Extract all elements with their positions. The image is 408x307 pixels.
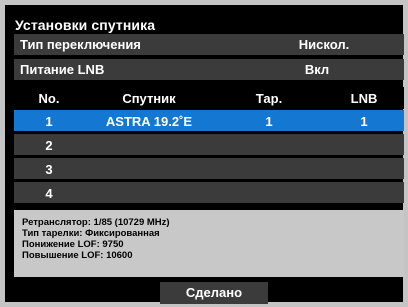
table-row[interactable]: 1 ASTRA 19.2˚E 1 1 (14, 110, 404, 131)
row-no: 2 (45, 138, 53, 153)
header-lnb: LNB (350, 91, 378, 106)
lof-low-line: Понижение LOF: 9750 (22, 239, 124, 250)
panel-title: Установки спутника (15, 17, 156, 33)
dish-type-line: Тип тарелки: Фиксированная (22, 228, 160, 239)
table-header: No. Спутник Тар. LNB (14, 87, 404, 109)
done-button[interactable]: Сделано (160, 282, 268, 304)
lnb-power-value: Вкл (304, 62, 330, 77)
switch-type-value: Нискол. (298, 37, 350, 52)
transponder-info-box: Ретранслятор: 1/85 (10729 MHz) Тип тарел… (14, 210, 404, 277)
row-satellite: ASTRA 19.2˚E (105, 114, 193, 129)
row-no: 3 (45, 162, 53, 177)
row-dish: 1 (265, 114, 273, 129)
satellite-settings-panel: Установки спутника Тип переключения Ниск… (5, 5, 404, 304)
lnb-power-row[interactable]: Питание LNB Вкл (14, 59, 404, 80)
header-dish: Тар. (255, 91, 283, 106)
lof-high-line: Повышение LOF: 10600 (22, 250, 133, 261)
row-lnb: 1 (360, 114, 368, 129)
header-no: No. (38, 91, 60, 106)
lnb-power-label: Питание LNB (20, 62, 105, 77)
switch-type-label: Тип переключения (20, 37, 141, 52)
transponder-line: Ретранслятор: 1/85 (10729 MHz) (22, 217, 170, 228)
table-row[interactable]: 2 (14, 134, 404, 155)
row-no: 1 (45, 114, 53, 129)
header-satellite: Спутник (122, 91, 176, 106)
table-row[interactable]: 4 (14, 182, 404, 203)
switch-type-row[interactable]: Тип переключения Нискол. (14, 34, 404, 55)
table-row[interactable]: 3 (14, 158, 404, 179)
row-no: 4 (45, 186, 53, 201)
